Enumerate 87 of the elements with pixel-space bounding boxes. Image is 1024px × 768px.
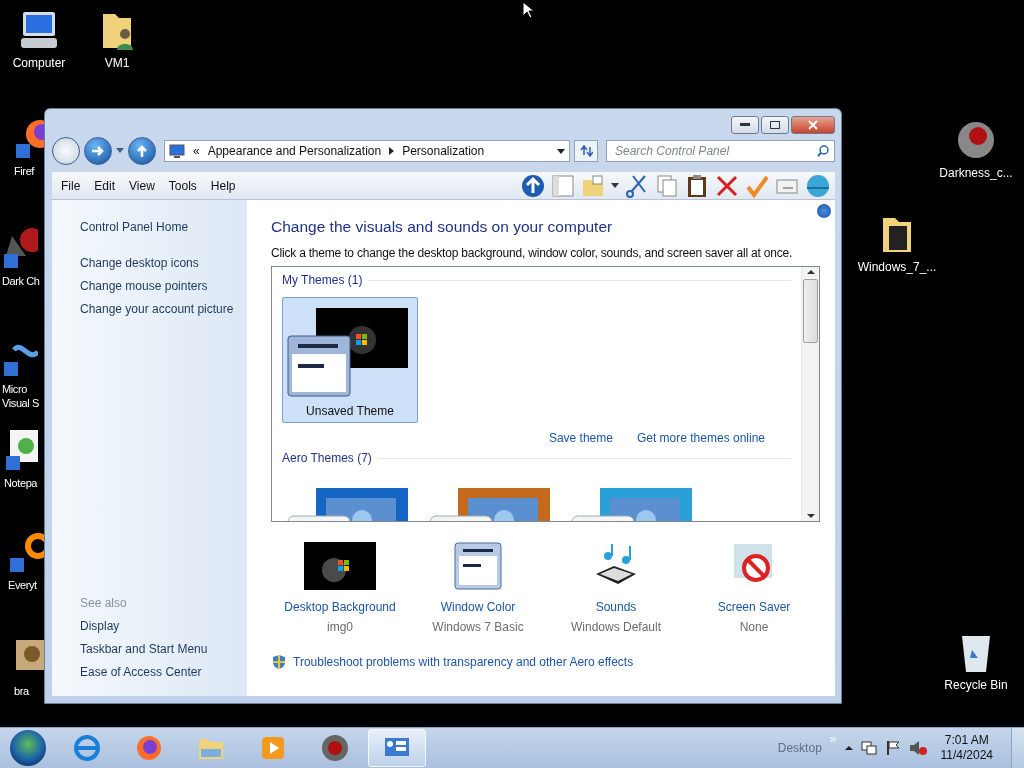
maximize-button[interactable] [761, 116, 789, 134]
desktop-icon-label[interactable]: Computer [12, 56, 66, 70]
see-also-heading: See also [80, 595, 128, 612]
monitor-icon [169, 144, 185, 158]
tray-expand-icon[interactable] [844, 745, 853, 751]
desktop-icon-label[interactable]: Darkness_c... [939, 166, 1013, 180]
setting-value: None [739, 620, 769, 634]
scroll-up-icon[interactable] [806, 267, 815, 277]
arrow-up-icon [136, 144, 148, 158]
theme-name: Unsaved Theme [306, 404, 394, 418]
menu-item[interactable]: Help [203, 178, 243, 193]
scroll-down-icon[interactable] [806, 511, 815, 521]
shield-icon [271, 654, 287, 670]
desktop-icon-label[interactable]: Recycle Bin [944, 678, 1008, 692]
setting-value: Windows 7 Basic [432, 620, 524, 634]
minimize-button[interactable] [731, 116, 759, 134]
forward-button[interactable] [84, 137, 112, 165]
address-bar[interactable]: « Appearance and Personalization Personalization [164, 140, 570, 162]
desktop-icon-label[interactable]: Firef [14, 164, 34, 178]
record-icon [320, 733, 350, 763]
clock[interactable]: 7:01 AM 11/4/2024 [934, 733, 1003, 763]
speaker-muted-icon[interactable] [908, 740, 927, 756]
scissors-icon[interactable] [625, 173, 649, 198]
theme-link[interactable]: Save theme [548, 431, 613, 445]
desktop-icon-label[interactable]: Notepa [4, 476, 38, 490]
up-button[interactable] [128, 137, 156, 165]
close-icon [808, 120, 818, 130]
menu-item[interactable]: Edit [87, 178, 123, 193]
breadcrumb-arrow-icon[interactable] [389, 147, 395, 155]
browser-e-icon [72, 733, 102, 763]
task-link[interactable]: Control Panel Home [80, 216, 247, 239]
menu-item[interactable]: View [122, 178, 162, 193]
breadcrumb[interactable]: Personalization [402, 144, 485, 158]
page-description: Click a theme to change the desktop background, window color, sounds, and screen saver all at once. [271, 246, 794, 260]
network-icon[interactable] [860, 740, 877, 756]
scrollbar[interactable] [801, 267, 819, 521]
start-button[interactable] [10, 730, 46, 766]
desktop-icon-label[interactable]: Micro Visual S [2, 382, 39, 410]
task-link[interactable]: Change your account picture [80, 298, 247, 321]
menu-item[interactable]: Tools [161, 178, 204, 193]
arrow-right-icon [91, 145, 105, 157]
group-heading: My Themes (1) [282, 273, 363, 287]
search-field[interactable]: Search Control Panel [606, 140, 835, 162]
maximize-icon [770, 121, 780, 129]
see-also-link[interactable]: Display [80, 615, 247, 638]
search-icon[interactable] [817, 145, 829, 157]
setting-link[interactable]: Window Color [440, 600, 516, 614]
help-icon[interactable] [817, 204, 831, 218]
task-link[interactable]: Change mouse pointers [80, 275, 247, 298]
folder-check-icon[interactable] [581, 173, 605, 198]
back-button[interactable] [52, 137, 80, 165]
task-link[interactable]: Change desktop icons [80, 252, 247, 275]
globe-icon[interactable] [805, 173, 831, 198]
clipboard-icon[interactable] [685, 173, 709, 198]
group-heading: Aero Themes (7) [282, 451, 372, 465]
breadcrumb[interactable]: Appearance and Personalization [207, 144, 382, 158]
setting-link[interactable]: Screen Saver [717, 600, 791, 614]
minimize-icon [740, 123, 750, 127]
page-heading: Change the visuals and sounds on your computer [271, 218, 614, 236]
refresh-button[interactable] [574, 140, 598, 162]
dropdown-caret-icon[interactable] [557, 148, 565, 154]
menu-item[interactable]: File [54, 178, 88, 193]
see-also-link[interactable]: Taskbar and Start Menu [80, 638, 247, 661]
scroll-thumb[interactable] [803, 279, 818, 343]
desktop-icon-label[interactable]: Windows_7_... [857, 260, 937, 274]
desktop-icon-label[interactable]: VM1 [104, 56, 130, 70]
desktop-icon-label[interactable]: Everyt [8, 578, 37, 592]
taskbar-app-button[interactable] [368, 729, 426, 767]
setting-link[interactable]: Sounds [595, 600, 637, 614]
overflow-chevron[interactable]: « [193, 144, 200, 158]
setting-value: img0 [327, 620, 353, 634]
flag-icon[interactable] [884, 740, 901, 756]
delete-icon[interactable] [715, 173, 739, 198]
refresh-icon [579, 145, 593, 157]
troubleshoot-link[interactable]: Troubleshoot problems with transparency and other Aero effects [293, 655, 634, 669]
window-icon [454, 542, 502, 590]
setting-link[interactable]: Desktop Background [284, 600, 396, 614]
dropdown-caret-icon[interactable] [611, 183, 619, 188]
notepad-icon [4, 428, 40, 472]
desktop-icon-label[interactable]: Dark Ch [2, 274, 40, 288]
desktop-icon-label[interactable]: bra [14, 684, 29, 698]
theme-link[interactable]: Get more themes online [636, 431, 765, 445]
checkmark-icon[interactable] [745, 173, 769, 198]
close-button[interactable] [791, 116, 835, 134]
theme-tile[interactable]: Unsaved Theme [282, 297, 418, 423]
setting-value: Windows Default [570, 620, 661, 634]
see-also-link[interactable]: Ease of Access Center [80, 661, 247, 684]
